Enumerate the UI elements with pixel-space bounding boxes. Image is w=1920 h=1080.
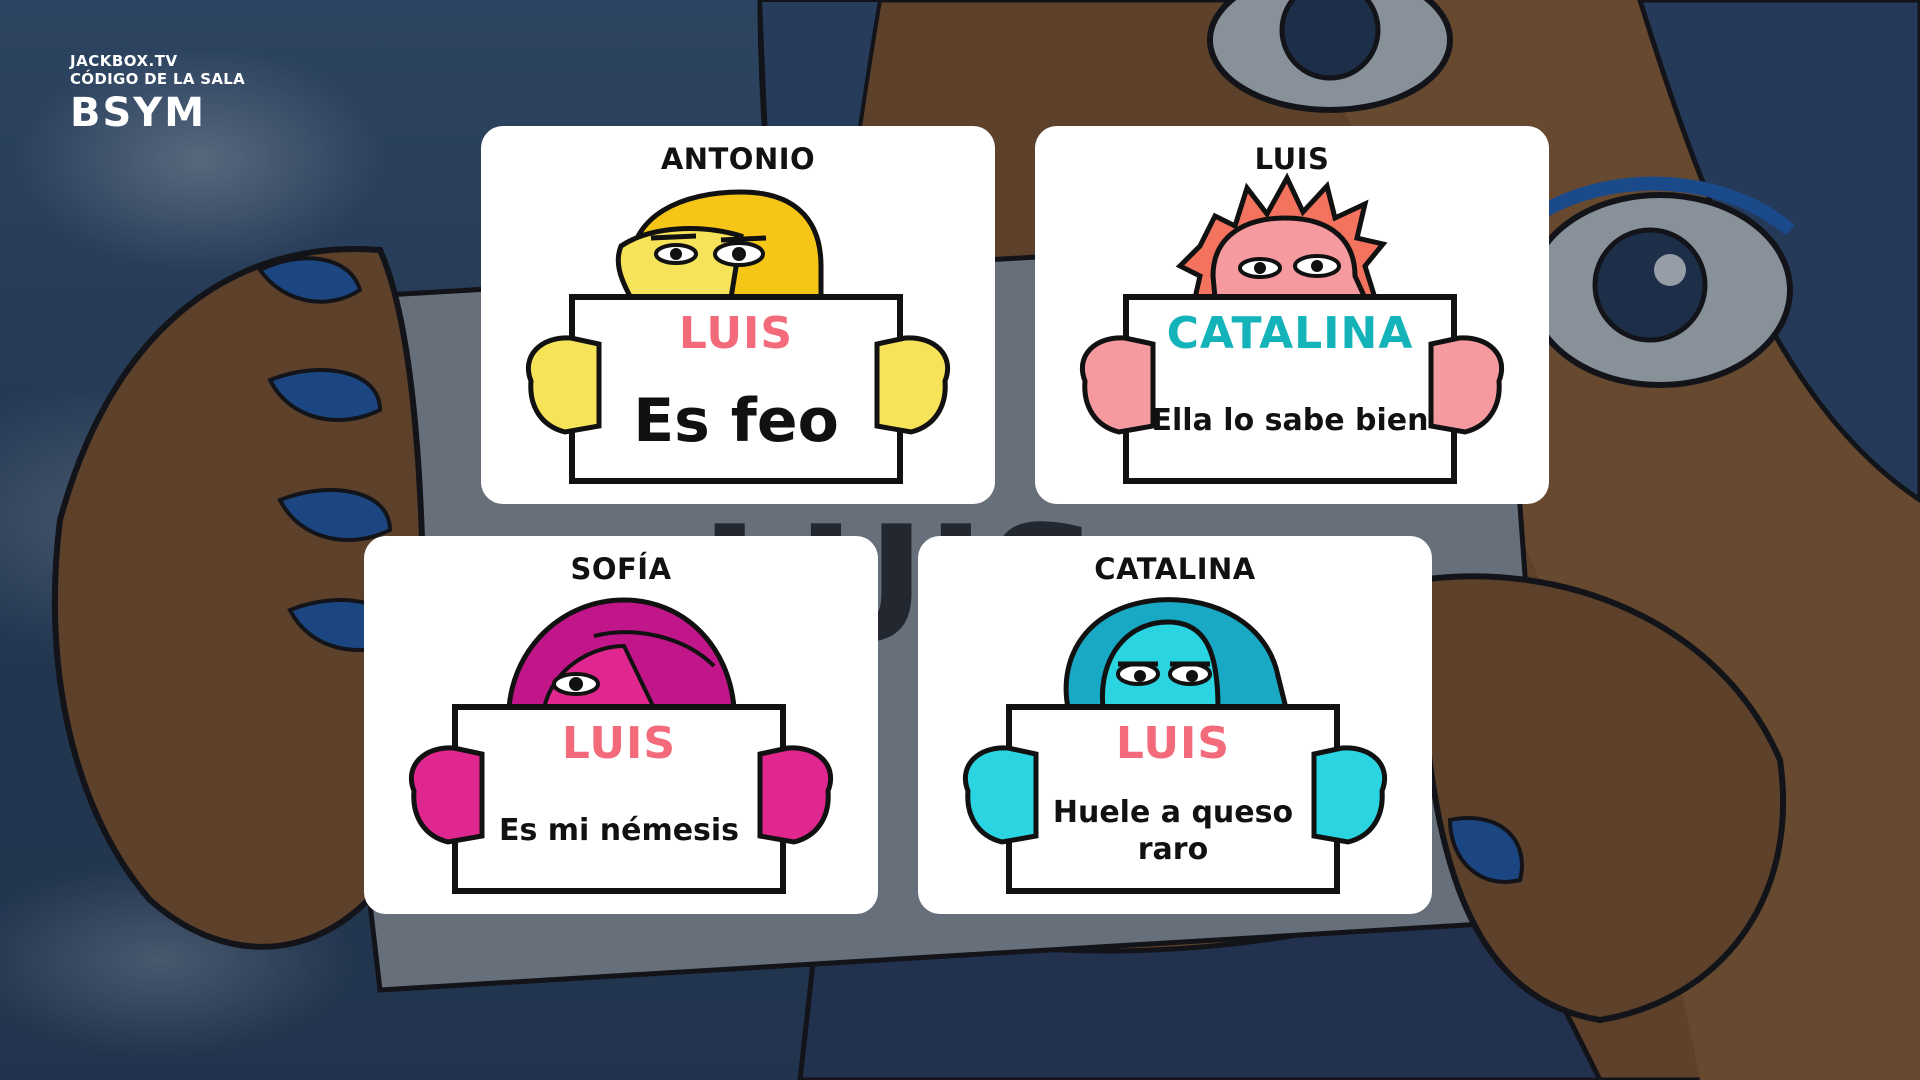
- answer-text: Ella lo sabe bien: [1151, 403, 1429, 439]
- answer-sign: LUIS Es feo: [569, 294, 903, 484]
- answer-card-antonio: ANTONIO LUIS Es feo: [481, 126, 995, 504]
- player-name: CATALINA: [1094, 552, 1256, 586]
- room-code: BSYM: [70, 90, 207, 136]
- answer-card-catalina: CATALINA LUIS Huele a queso raro: [918, 536, 1432, 914]
- room-code-label: CÓDIGO DE LA SALA: [70, 70, 246, 88]
- answer-sign: CATALINA Ella lo sabe bien: [1123, 294, 1457, 484]
- site-url: JACKBOX.TV: [70, 52, 178, 70]
- answer-text: Es mi némesis: [498, 813, 740, 849]
- answer-card-sofia: SOFÍA LUIS Es mi némesis: [364, 536, 878, 914]
- room-code-panel: JACKBOX.TV CÓDIGO DE LA SALA BSYM: [70, 52, 245, 136]
- answer-text: Es feo: [633, 385, 839, 456]
- answer-card-luis: LUIS CATALINA Ella lo sabe bien: [1035, 126, 1549, 504]
- target-name: LUIS: [678, 308, 794, 359]
- player-name: LUIS: [1254, 142, 1330, 176]
- target-name: LUIS: [561, 718, 677, 769]
- player-name: ANTONIO: [660, 142, 816, 176]
- answer-sign: LUIS Es mi némesis: [452, 704, 786, 894]
- answer-sign: LUIS Huele a queso raro: [1006, 704, 1340, 894]
- player-name: SOFÍA: [570, 552, 672, 586]
- target-name: CATALINA: [1166, 308, 1414, 359]
- answer-text: Huele a queso raro: [1052, 794, 1294, 868]
- target-name: LUIS: [1115, 718, 1231, 769]
